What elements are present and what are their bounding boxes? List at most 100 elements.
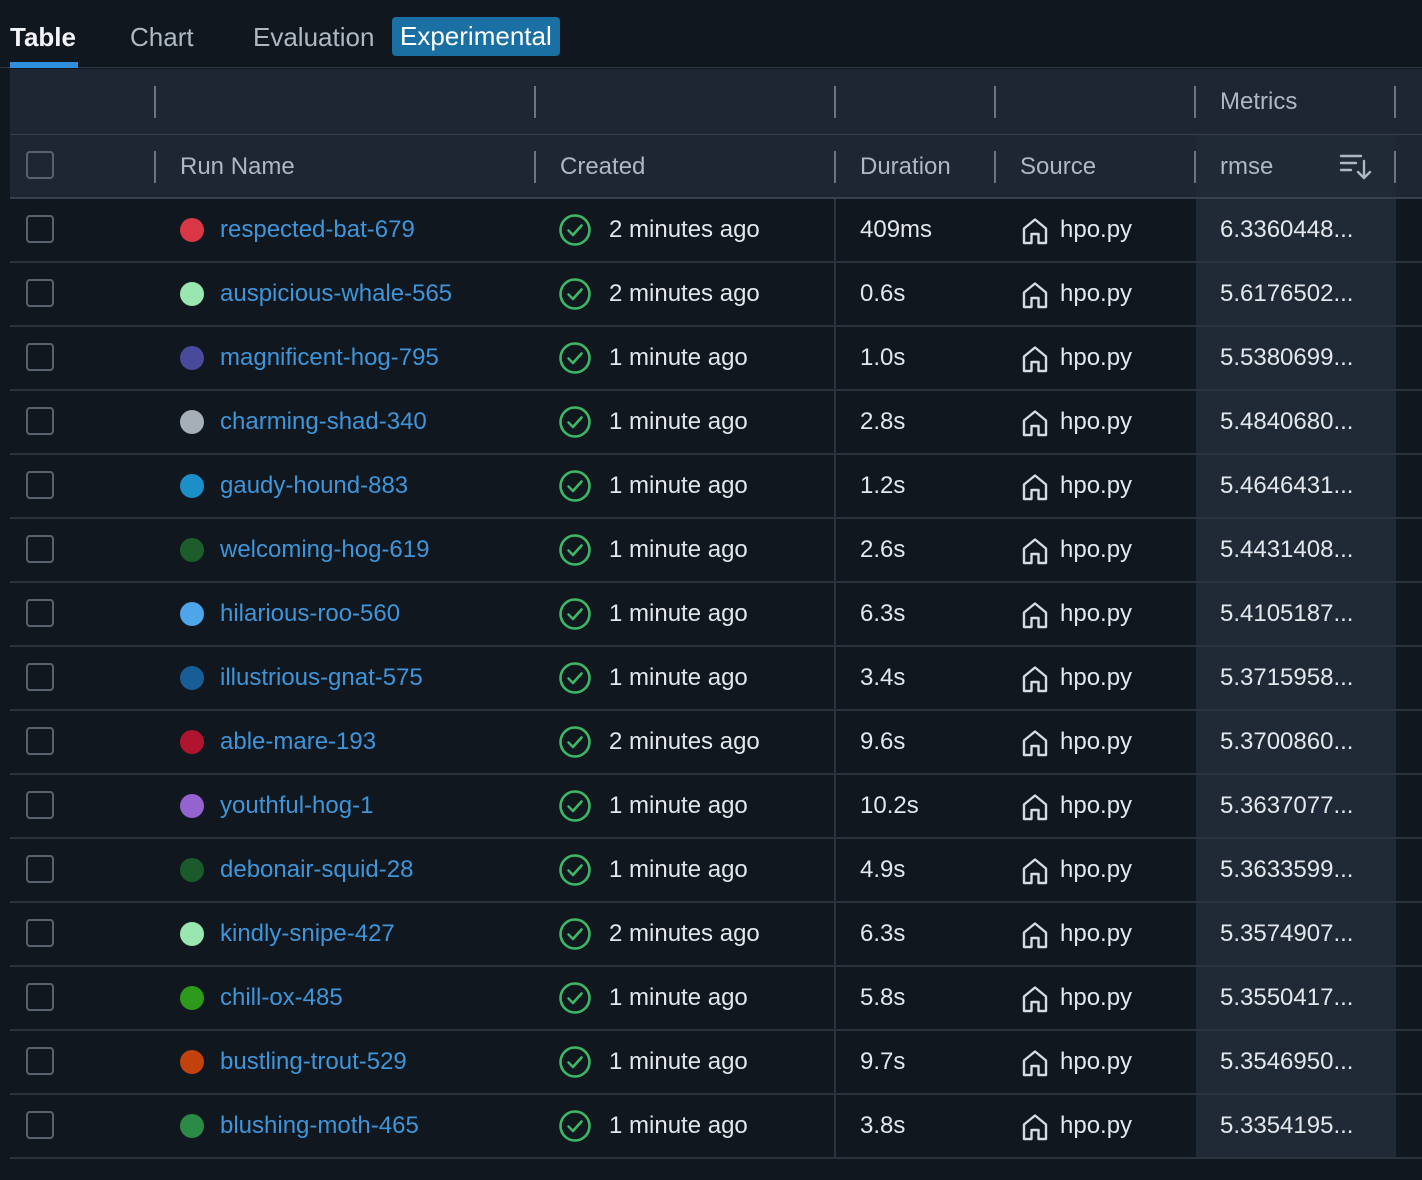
row-checkbox[interactable] — [26, 343, 54, 371]
run-name-link[interactable]: chill-ox-485 — [220, 967, 343, 1029]
table-row: hilarious-roo-560 1 minute ago 6.3s hpo.… — [10, 583, 1422, 647]
select-all-checkbox[interactable] — [26, 151, 54, 179]
source-link[interactable]: hpo.py — [1060, 647, 1132, 709]
run-name-link[interactable]: welcoming-hog-619 — [220, 519, 429, 581]
run-name-link[interactable]: auspicious-whale-565 — [220, 263, 452, 325]
column-separator[interactable] — [834, 151, 836, 183]
check-circle-icon — [558, 789, 592, 823]
check-circle-icon — [558, 341, 592, 375]
source-link[interactable]: hpo.py — [1060, 199, 1132, 261]
run-name-link[interactable]: respected-bat-679 — [220, 199, 415, 261]
run-color-dot[interactable] — [180, 1114, 204, 1138]
header-created[interactable]: Created — [560, 152, 645, 182]
source-link[interactable]: hpo.py — [1060, 263, 1132, 325]
row-checkbox[interactable] — [26, 983, 54, 1011]
source-link[interactable]: hpo.py — [1060, 455, 1132, 517]
tab-chart[interactable]: Chart — [130, 18, 194, 56]
column-separator[interactable] — [1194, 86, 1196, 118]
rmse-value: 5.3354195... — [1220, 1112, 1354, 1139]
source-link[interactable]: hpo.py — [1060, 967, 1132, 1029]
run-color-dot[interactable] — [180, 730, 204, 754]
source-link[interactable]: hpo.py — [1060, 583, 1132, 645]
column-separator[interactable] — [534, 151, 536, 183]
row-checkbox[interactable] — [26, 471, 54, 499]
duration-value: 3.8s — [860, 1112, 906, 1139]
active-tab-indicator — [10, 62, 78, 68]
run-color-dot[interactable] — [180, 410, 204, 434]
row-checkbox[interactable] — [26, 727, 54, 755]
home-icon — [1020, 536, 1050, 566]
row-checkbox[interactable] — [26, 663, 54, 691]
row-checkbox[interactable] — [26, 535, 54, 563]
column-separator[interactable] — [1394, 151, 1396, 183]
check-circle-icon — [558, 661, 592, 695]
column-separator[interactable] — [1194, 151, 1196, 183]
source-link[interactable]: hpo.py — [1060, 1031, 1132, 1093]
header-source[interactable]: Source — [1020, 152, 1096, 182]
column-separator[interactable] — [1394, 86, 1396, 118]
run-color-dot[interactable] — [180, 602, 204, 626]
check-circle-icon — [558, 213, 592, 247]
run-name-link[interactable]: able-mare-193 — [220, 711, 376, 773]
row-checkbox[interactable] — [26, 1047, 54, 1075]
run-color-dot[interactable] — [180, 538, 204, 562]
run-color-dot[interactable] — [180, 346, 204, 370]
source-link[interactable]: hpo.py — [1060, 1095, 1132, 1157]
source-link[interactable]: hpo.py — [1060, 903, 1132, 965]
check-circle-icon — [558, 981, 592, 1015]
source-link[interactable]: hpo.py — [1060, 519, 1132, 581]
tab-evaluation[interactable]: Evaluation — [253, 18, 374, 56]
row-checkbox[interactable] — [26, 599, 54, 627]
run-name-link[interactable]: magnificent-hog-795 — [220, 327, 439, 389]
column-divider — [834, 903, 836, 965]
run-color-dot[interactable] — [180, 474, 204, 498]
table-row: blushing-moth-465 1 minute ago 3.8s hpo.… — [10, 1095, 1422, 1159]
run-name-link[interactable]: debonair-squid-28 — [220, 839, 413, 901]
run-name-link[interactable]: hilarious-roo-560 — [220, 583, 400, 645]
source-link[interactable]: hpo.py — [1060, 775, 1132, 837]
header-rmse[interactable]: rmse — [1220, 152, 1273, 182]
duration-value: 3.4s — [860, 664, 906, 691]
metric-cell: 5.3354195... — [1196, 1095, 1396, 1157]
column-separator[interactable] — [154, 86, 156, 118]
run-name-link[interactable]: blushing-moth-465 — [220, 1095, 419, 1157]
source-link[interactable]: hpo.py — [1060, 327, 1132, 389]
column-separator[interactable] — [834, 86, 836, 118]
source-link[interactable]: hpo.py — [1060, 839, 1132, 901]
tab-table[interactable]: Table — [10, 18, 76, 56]
rmse-value: 5.4105187... — [1220, 600, 1354, 627]
run-color-dot[interactable] — [180, 282, 204, 306]
table-row: bustling-trout-529 1 minute ago 9.7s hpo… — [10, 1031, 1422, 1095]
run-color-dot[interactable] — [180, 666, 204, 690]
row-checkbox[interactable] — [26, 279, 54, 307]
run-color-dot[interactable] — [180, 922, 204, 946]
run-color-dot[interactable] — [180, 794, 204, 818]
row-checkbox[interactable] — [26, 855, 54, 883]
run-name-link[interactable]: bustling-trout-529 — [220, 1031, 407, 1093]
column-separator[interactable] — [534, 86, 536, 118]
column-divider — [834, 519, 836, 581]
header-run-name[interactable]: Run Name — [180, 152, 295, 182]
row-checkbox[interactable] — [26, 1111, 54, 1139]
row-checkbox[interactable] — [26, 407, 54, 435]
source-link[interactable]: hpo.py — [1060, 711, 1132, 773]
run-name-link[interactable]: illustrious-gnat-575 — [220, 647, 423, 709]
sort-descending-icon[interactable] — [1338, 151, 1372, 181]
column-divider — [834, 199, 836, 261]
row-checkbox[interactable] — [26, 215, 54, 243]
row-checkbox[interactable] — [26, 791, 54, 819]
column-separator[interactable] — [994, 86, 996, 118]
run-color-dot[interactable] — [180, 1050, 204, 1074]
run-color-dot[interactable] — [180, 986, 204, 1010]
row-checkbox[interactable] — [26, 919, 54, 947]
column-separator[interactable] — [994, 151, 996, 183]
run-color-dot[interactable] — [180, 858, 204, 882]
column-separator[interactable] — [154, 151, 156, 183]
run-color-dot[interactable] — [180, 218, 204, 242]
run-name-link[interactable]: youthful-hog-1 — [220, 775, 373, 837]
source-link[interactable]: hpo.py — [1060, 391, 1132, 453]
run-name-link[interactable]: charming-shad-340 — [220, 391, 427, 453]
run-name-link[interactable]: gaudy-hound-883 — [220, 455, 408, 517]
header-duration[interactable]: Duration — [860, 152, 951, 182]
run-name-link[interactable]: kindly-snipe-427 — [220, 903, 395, 965]
